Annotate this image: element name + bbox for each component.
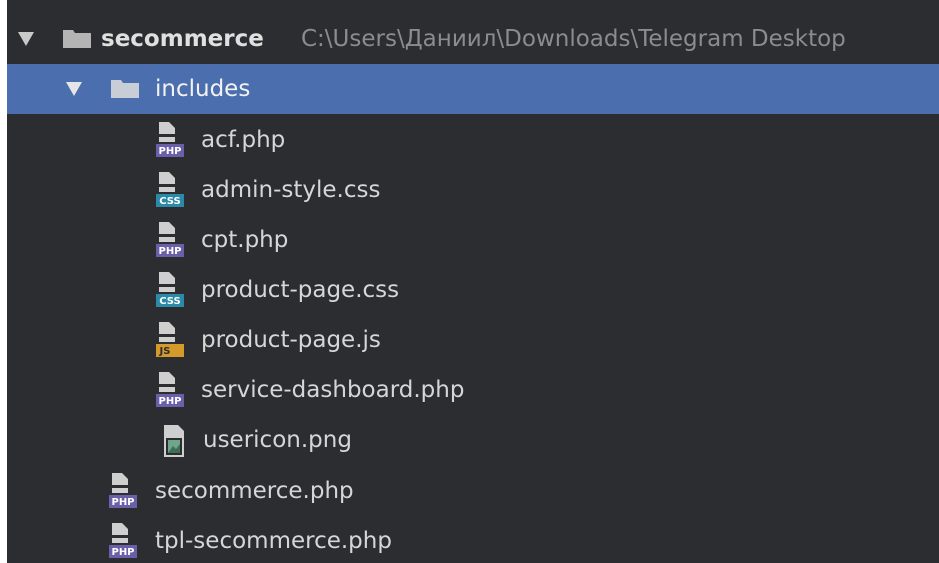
tree-row-file[interactable]: PHP acf.php — [7, 115, 939, 165]
file-name: cpt.php — [201, 227, 289, 253]
file-type-badge: PHP — [158, 246, 181, 257]
tree-row-file[interactable]: CSS product-page.css — [7, 265, 939, 315]
expand-arrow-icon[interactable] — [66, 82, 82, 96]
image-file-icon — [164, 425, 184, 457]
php-file-icon: PHP — [156, 122, 184, 157]
php-file-icon: PHP — [109, 473, 137, 508]
tree-row-includes-folder[interactable]: includes — [7, 64, 939, 114]
project-tree-panel: secommerce C:\Users\Даниил\Downloads\Tel… — [7, 0, 939, 563]
includes-folder-name: includes — [155, 76, 251, 102]
file-name: product-page.js — [201, 327, 381, 353]
file-type-badge: JS — [159, 346, 171, 357]
expand-arrow-icon[interactable] — [18, 32, 34, 46]
file-name: service-dashboard.php — [201, 377, 465, 403]
file-type-badge: CSS — [159, 296, 180, 307]
folder-icon — [63, 30, 91, 48]
folder-icon — [111, 80, 139, 98]
php-file-icon: PHP — [156, 372, 184, 407]
file-type-badge: PHP — [111, 497, 134, 508]
file-type-badge: PHP — [111, 547, 134, 558]
tree-row-file[interactable]: PHP service-dashboard.php — [7, 365, 939, 415]
root-folder-path: C:\Users\Даниил\Downloads\Telegram Deskt… — [301, 26, 846, 52]
js-file-icon: JS — [156, 322, 184, 357]
tree-row-file[interactable]: PHP tpl-secommerce.php — [7, 516, 939, 563]
tree-row-file[interactable]: PHP cpt.php — [7, 215, 939, 265]
file-name: secommerce.php — [155, 478, 354, 504]
tree-row-file[interactable]: usericon.png — [7, 415, 939, 465]
tree-row-root-folder[interactable]: secommerce C:\Users\Даниил\Downloads\Tel… — [7, 14, 939, 64]
tree-row-file[interactable]: PHP secommerce.php — [7, 466, 939, 516]
file-name: usericon.png — [203, 427, 352, 453]
php-file-icon: PHP — [156, 222, 184, 257]
file-name: product-page.css — [201, 277, 400, 303]
tree-row-file[interactable]: JS product-page.js — [7, 315, 939, 365]
php-file-icon: PHP — [109, 523, 137, 558]
root-folder-name: secommerce — [101, 26, 264, 52]
file-name: tpl-secommerce.php — [155, 528, 392, 554]
css-file-icon: CSS — [156, 172, 184, 207]
file-type-badge: CSS — [159, 196, 180, 207]
file-name: admin-style.css — [201, 177, 381, 203]
tree-row-file[interactable]: CSS admin-style.css — [7, 165, 939, 215]
file-name: acf.php — [201, 127, 286, 153]
file-type-badge: PHP — [158, 146, 181, 157]
file-type-badge: PHP — [158, 396, 181, 407]
css-file-icon: CSS — [156, 272, 184, 307]
